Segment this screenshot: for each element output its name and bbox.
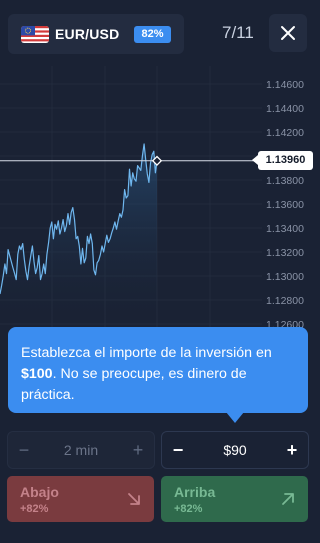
y-tick-label: 1.13200 xyxy=(266,247,304,259)
amount-increase-button[interactable]: + xyxy=(276,432,308,468)
amount-value[interactable]: $90 xyxy=(194,432,276,468)
tooltip-text-start: Establezca el importe de la inversión en xyxy=(21,345,272,361)
tooltip-pointer xyxy=(226,412,244,423)
trade-down-label: Abajo xyxy=(20,484,59,500)
price-area-fill xyxy=(0,144,157,330)
y-tick-label: 1.14200 xyxy=(266,127,304,139)
tooltip-text-end: . No se preocupe, es dinero de práctica. xyxy=(21,366,247,403)
asset-selector[interactable]: EUR/USD 82% xyxy=(8,14,184,54)
duration-stepper[interactable]: − 2 min + xyxy=(7,431,155,469)
y-tick-label: 1.12800 xyxy=(266,295,304,307)
y-tick-label: 1.13600 xyxy=(266,199,304,211)
trade-down-payout: +82% xyxy=(20,503,49,515)
amount-stepper[interactable]: − $90 + xyxy=(161,431,309,469)
tooltip-amount: $100 xyxy=(21,366,53,382)
y-tick-label: 1.13000 xyxy=(266,271,304,283)
y-tick-label: 1.14400 xyxy=(266,103,304,115)
y-tick-label: 1.13800 xyxy=(266,175,304,187)
arrow-down-right-icon xyxy=(128,493,140,505)
payout-badge: 82% xyxy=(134,26,171,43)
duration-value[interactable]: 2 min xyxy=(40,432,122,468)
duration-increase-button[interactable]: + xyxy=(122,432,154,468)
arrow-up-right-icon xyxy=(282,493,294,505)
price-chart[interactable]: 1.146001.144001.142001.140001.138001.136… xyxy=(0,66,315,330)
duration-decrease-button[interactable]: − xyxy=(8,432,40,468)
tutorial-tooltip: Establezca el importe de la inversión en… xyxy=(8,327,308,413)
asset-name: EUR/USD xyxy=(55,26,120,42)
current-price-label: 1.13960 xyxy=(252,151,313,171)
trade-up-payout: +82% xyxy=(174,503,203,515)
close-button[interactable] xyxy=(269,14,307,52)
trade-up-button[interactable]: Arriba +82% xyxy=(161,476,308,522)
tutorial-step-counter: 7/11 xyxy=(222,23,254,42)
trade-up-label: Arriba xyxy=(174,484,216,500)
amount-decrease-button[interactable]: − xyxy=(162,432,194,468)
y-tick-label: 1.13400 xyxy=(266,223,304,235)
eu-us-flag-icon xyxy=(21,26,49,43)
price-chart-canvas: 1.146001.144001.142001.140001.138001.136… xyxy=(0,66,304,330)
close-icon xyxy=(281,26,295,40)
top-bar: EUR/USD 82% 7/11 xyxy=(0,0,315,66)
trade-down-button[interactable]: Abajo +82% xyxy=(7,476,154,522)
y-tick-label: 1.14600 xyxy=(266,79,304,91)
